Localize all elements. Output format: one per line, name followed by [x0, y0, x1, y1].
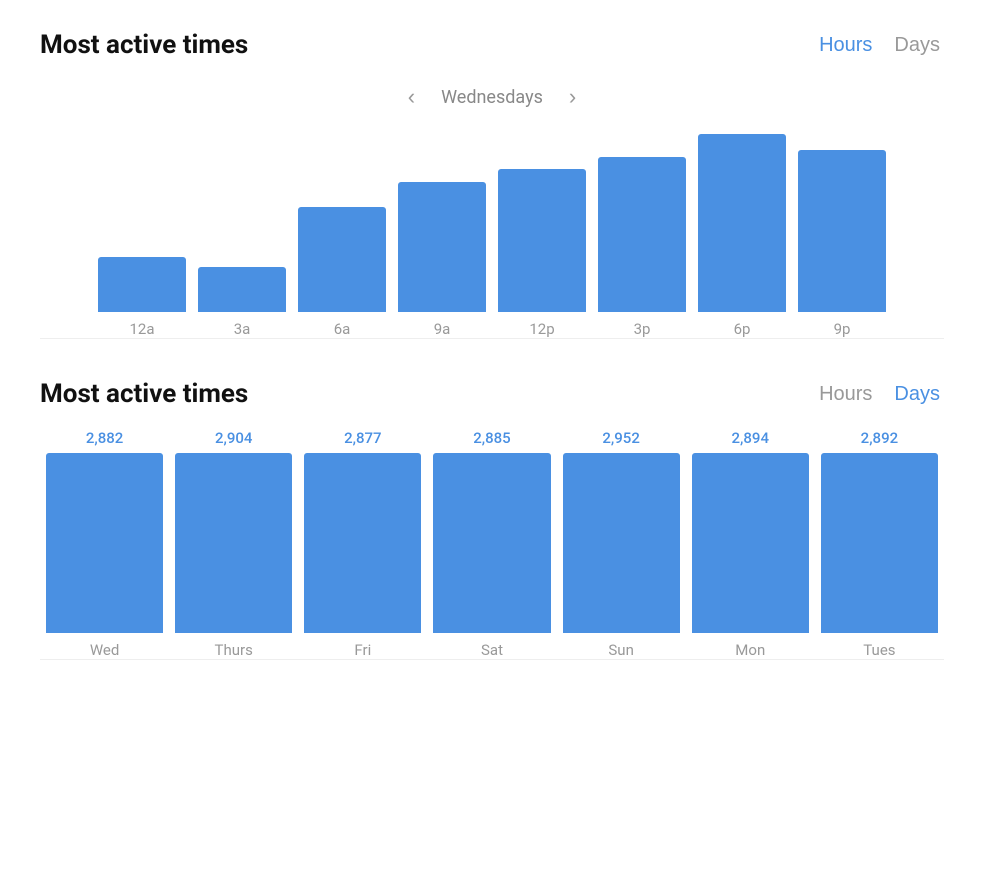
days-section: Most active times Hours Days 2,882 Wed 2,9… — [40, 379, 944, 660]
hours-bar — [698, 134, 786, 312]
days-bar — [692, 453, 809, 633]
section1-days-btn[interactable]: Days — [890, 32, 944, 59]
days-bar-col: 2,892 Tues — [815, 429, 944, 659]
days-bar-label: Fri — [354, 641, 371, 659]
hours-bar-label: 9a — [434, 320, 451, 338]
days-chart: 2,882 Wed 2,904 Thurs 2,877 Fri 2,885 Sat 2,952 S… — [40, 429, 944, 659]
hours-bar — [298, 207, 386, 312]
days-bar — [175, 453, 292, 633]
days-bar — [563, 453, 680, 633]
days-bar — [821, 453, 938, 633]
current-day-label: Wednesdays — [441, 87, 543, 108]
days-bar-value: 2,877 — [344, 429, 381, 447]
days-bar-col: 2,894 Mon — [686, 429, 815, 659]
section2-days-btn[interactable]: Days — [890, 381, 944, 408]
section2-hours-btn[interactable]: Hours — [815, 381, 876, 408]
days-bar-label: Tues — [863, 641, 895, 659]
section2-header: Most active times Hours Days — [40, 379, 944, 409]
section2-toggle-group: Hours Days — [815, 381, 944, 408]
hours-bar-label: 12p — [529, 320, 554, 338]
days-bar-value: 2,892 — [861, 429, 898, 447]
hours-bar — [498, 169, 586, 312]
hours-bar-label: 3a — [234, 320, 251, 338]
days-bar-label: Sun — [608, 641, 633, 659]
hours-bar-label: 3p — [634, 320, 651, 338]
days-bar-col: 2,882 Wed — [40, 429, 169, 659]
days-bar-value: 2,885 — [473, 429, 510, 447]
hours-bar-col: 9p — [792, 150, 892, 338]
section1-header: Most active times Hours Days — [40, 30, 944, 60]
next-day-button[interactable]: › — [561, 80, 584, 114]
section1-toggle-group: Hours Days — [815, 32, 944, 59]
hours-bar-col: 12a — [92, 257, 192, 338]
days-bar-value: 2,894 — [732, 429, 769, 447]
days-bar-col: 2,904 Thurs — [169, 429, 298, 659]
days-bar — [46, 453, 163, 633]
section1-hours-btn[interactable]: Hours — [815, 32, 876, 59]
section2-title: Most active times — [40, 379, 248, 409]
hours-bar-label: 6p — [734, 320, 751, 338]
days-bar-value: 2,952 — [602, 429, 639, 447]
hours-bar-label: 9p — [834, 320, 851, 338]
hours-bar-label: 6a — [334, 320, 351, 338]
hours-bar — [98, 257, 186, 312]
days-bar — [433, 453, 550, 633]
hours-bar-col: 12p — [492, 169, 592, 338]
hours-bar — [798, 150, 886, 312]
days-chart-area: 2,882 Wed 2,904 Thurs 2,877 Fri 2,885 Sat 2,952 S… — [40, 429, 944, 660]
hours-bar-col: 3p — [592, 157, 692, 338]
hours-bar-label: 12a — [129, 320, 154, 338]
hours-section: Most active times Hours Days ‹ Wednesday… — [40, 30, 944, 339]
hours-bar — [598, 157, 686, 312]
section1-title: Most active times — [40, 30, 248, 60]
days-bar-col: 2,877 Fri — [298, 429, 427, 659]
hours-bar-col: 6a — [292, 207, 392, 338]
days-bar-label: Mon — [735, 641, 765, 659]
hours-bar-col: 6p — [692, 134, 792, 338]
days-bar-value: 2,904 — [215, 429, 252, 447]
days-bar-col: 2,885 Sat — [427, 429, 556, 659]
day-nav-row: ‹ Wednesdays › — [40, 80, 944, 114]
hours-chart-area: 12a 3a 6a 9a 12p 3p 6p 9p — [40, 138, 944, 339]
days-bar-label: Wed — [90, 641, 120, 659]
hours-chart: 12a 3a 6a 9a 12p 3p 6p 9p — [40, 138, 944, 338]
prev-day-button[interactable]: ‹ — [400, 80, 423, 114]
hours-bar — [398, 182, 486, 312]
days-bar-label: Sat — [481, 641, 503, 659]
hours-bar-col: 9a — [392, 182, 492, 338]
hours-bar-col: 3a — [192, 267, 292, 338]
days-bar-value: 2,882 — [86, 429, 123, 447]
days-bar — [304, 453, 421, 633]
days-bar-col: 2,952 Sun — [557, 429, 686, 659]
days-bar-label: Thurs — [215, 641, 253, 659]
hours-bar — [198, 267, 286, 312]
